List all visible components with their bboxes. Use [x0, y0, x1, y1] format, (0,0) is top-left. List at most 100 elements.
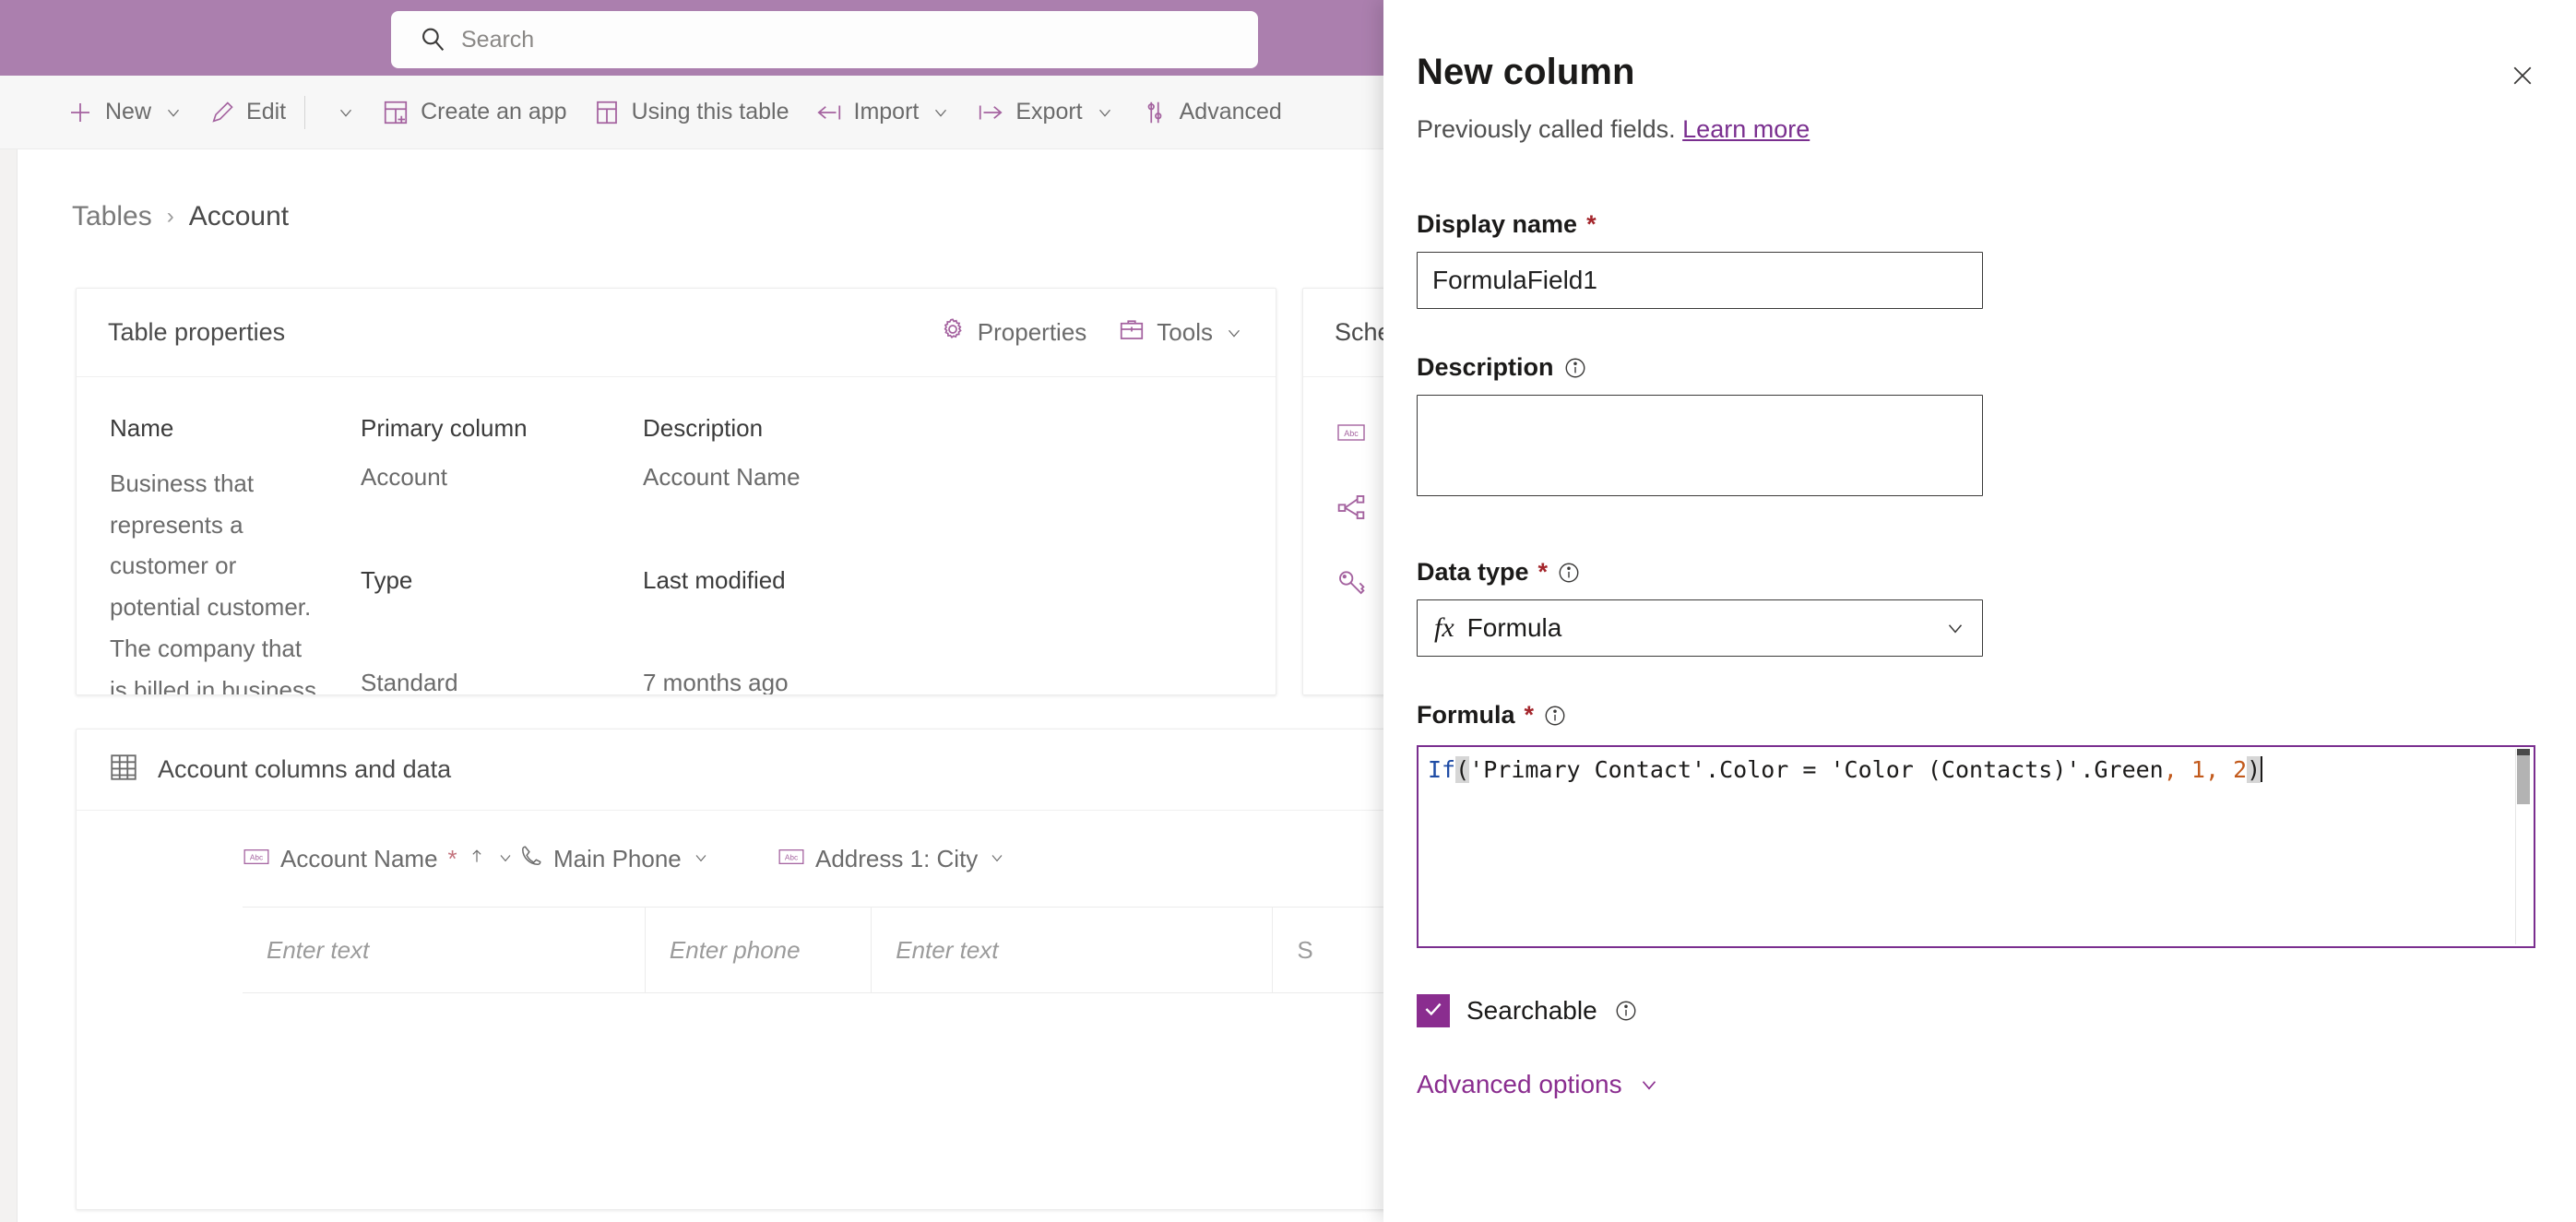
- prop-value-type: Standard: [361, 669, 458, 695]
- formula-code-text[interactable]: If('Primary Contact'.Color = 'Color (Con…: [1428, 754, 2263, 786]
- prop-header-primary-column: Primary column: [361, 414, 528, 442]
- schema-row-relationships[interactable]: [1336, 492, 1383, 528]
- schema-row-keys[interactable]: [1336, 567, 1383, 603]
- chevron-down-icon[interactable]: [988, 845, 1006, 873]
- command-edit-label: Edit: [246, 99, 287, 125]
- searchable-row: Searchable: [1417, 994, 1638, 1027]
- column-header-address-1-city[interactable]: Abc Address 1: City: [778, 845, 1054, 873]
- data-type-field: Data type * fx Formula: [1417, 558, 1983, 657]
- command-using-this-table[interactable]: Using this table: [580, 85, 802, 140]
- chevron-down-icon[interactable]: [336, 102, 356, 123]
- command-create-an-app-label: Create an app: [421, 99, 567, 125]
- table-properties-title: Table properties: [108, 318, 286, 346]
- svg-text:Abc: Abc: [1344, 429, 1359, 438]
- learn-more-link[interactable]: Learn more: [1682, 115, 1810, 143]
- background-app: Search New Edit Create an app Using this…: [0, 0, 1383, 1222]
- divider: [304, 95, 306, 129]
- tools-label: Tools: [1157, 318, 1213, 346]
- chevron-down-icon[interactable]: [496, 845, 515, 873]
- formula-token: [2178, 756, 2191, 783]
- info-icon[interactable]: [1543, 704, 1567, 728]
- pencil-icon: [209, 100, 235, 125]
- app-grid-icon: [382, 99, 410, 126]
- page-title: New column: [1417, 52, 1635, 92]
- schema-title: Schema: [1335, 318, 1383, 346]
- info-icon[interactable]: [1557, 561, 1581, 585]
- svg-text:Abc: Abc: [785, 853, 798, 861]
- description-textarea[interactable]: [1417, 395, 1983, 496]
- advanced-options-label: Advanced options: [1417, 1070, 1622, 1098]
- command-create-an-app[interactable]: Create an app: [369, 85, 579, 140]
- relationships-icon: [1336, 492, 1366, 528]
- chevron-down-icon[interactable]: [163, 102, 184, 123]
- properties-button[interactable]: Properties: [939, 315, 1086, 350]
- formula-editor[interactable]: If('Primary Contact'.Color = 'Color (Con…: [1417, 745, 2535, 948]
- required-asterisk: *: [447, 844, 457, 872]
- data-type-label: Data type: [1417, 558, 1529, 586]
- prop-value-name: Account: [361, 463, 447, 491]
- close-icon: [2509, 62, 2536, 94]
- import-arrow-icon: [815, 99, 843, 126]
- abc-icon: Abc: [1336, 418, 1366, 454]
- text-caret: [2261, 756, 2263, 782]
- chevron-down-icon[interactable]: [1637, 1073, 1661, 1097]
- info-icon[interactable]: [1563, 356, 1587, 380]
- global-search[interactable]: Search: [391, 11, 1258, 68]
- check-icon: [1421, 997, 1445, 1026]
- command-edit[interactable]: Edit: [196, 85, 299, 140]
- chevron-down-icon[interactable]: [1224, 323, 1244, 343]
- description-label: Description: [1417, 353, 1554, 381]
- formula-scrollbar-thumb[interactable]: [2517, 751, 2530, 804]
- info-icon[interactable]: [1614, 999, 1638, 1023]
- chevron-down-icon[interactable]: [931, 102, 951, 123]
- breadcrumb-tables[interactable]: Tables: [72, 201, 152, 232]
- column-header-account-name[interactable]: Abc Account Name *: [243, 845, 519, 873]
- data-type-dropdown[interactable]: fx Formula: [1417, 599, 1983, 657]
- cell-main-phone[interactable]: Enter phone: [646, 908, 873, 992]
- columns-and-data-card: Account columns and data Abc Account Nam…: [76, 729, 1383, 1210]
- command-export-label: Export: [1015, 99, 1083, 125]
- display-name-input[interactable]: [1417, 252, 1983, 309]
- required-asterisk: *: [1537, 558, 1549, 586]
- advanced-options-toggle[interactable]: Advanced options: [1417, 1070, 1661, 1099]
- display-name-label-row: Display name *: [1417, 210, 1983, 239]
- chevron-down-icon[interactable]: [692, 845, 710, 873]
- chevron-down-icon[interactable]: [1943, 616, 1967, 640]
- data-type-label-row: Data type *: [1417, 558, 1983, 587]
- breadcrumb-separator: ›: [166, 204, 174, 229]
- description-field: Description: [1417, 353, 1983, 496]
- command-import[interactable]: Import: [802, 85, 965, 140]
- column-header-main-phone-label: Main Phone: [553, 844, 682, 872]
- command-edit-menu[interactable]: [311, 85, 369, 140]
- display-name-field: Display name *: [1417, 210, 1983, 309]
- top-bar: Search: [0, 0, 1383, 76]
- close-button[interactable]: [2502, 57, 2543, 98]
- grid-column-headers: Abc Account Name * Main Phone Abc Addres…: [77, 811, 1383, 907]
- command-new[interactable]: New: [53, 85, 196, 140]
- schema-rows: Abc: [1303, 377, 1383, 603]
- plus-icon: [66, 99, 94, 126]
- cell-address-1-city[interactable]: Enter text: [872, 908, 1274, 992]
- sort-ascending-icon[interactable]: [468, 845, 486, 873]
- formula-token: If: [1428, 756, 1456, 783]
- cell-account-name[interactable]: Enter text: [243, 908, 646, 992]
- tools-button[interactable]: Tools: [1118, 315, 1244, 350]
- column-header-account-name-label: Account Name: [280, 844, 438, 872]
- prop-value-last-modified: 7 months ago: [643, 669, 789, 695]
- cell-next-column[interactable]: S: [1273, 908, 1383, 992]
- searchable-checkbox[interactable]: [1417, 994, 1450, 1027]
- command-export[interactable]: Export: [964, 85, 1127, 140]
- formula-token: [2219, 756, 2233, 783]
- column-header-main-phone[interactable]: Main Phone: [519, 844, 778, 874]
- table-row: Enter text Enter phone Enter text S: [243, 907, 1383, 993]
- phone-icon: [519, 844, 543, 874]
- formula-scrollbar-cap: [2517, 749, 2530, 755]
- schema-row-columns[interactable]: Abc: [1336, 418, 1383, 454]
- chevron-down-icon[interactable]: [1095, 102, 1115, 123]
- formula-token: 2: [2233, 756, 2248, 783]
- panel-subtitle-text: Previously called fields.: [1417, 115, 1676, 143]
- prop-header-description: Description: [643, 414, 764, 442]
- grid-table-icon: [108, 752, 139, 788]
- description-label-row: Description: [1417, 353, 1983, 382]
- command-advanced[interactable]: Advanced: [1128, 85, 1295, 140]
